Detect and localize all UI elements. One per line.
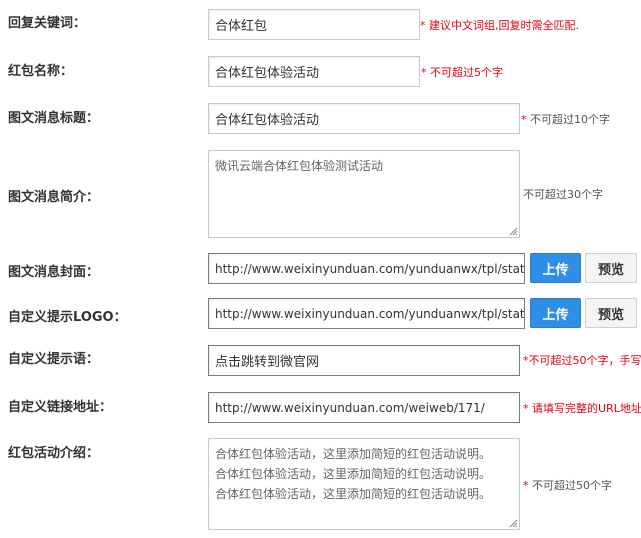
activity-intro-hint-text: 不可超过50个字 [528, 479, 612, 492]
news-cover-preview-button[interactable]: 预览 [585, 253, 637, 283]
resize-grip-icon[interactable] [509, 519, 518, 528]
activity-intro-label: 红包活动介绍： [8, 446, 100, 461]
news-intro-text: 微讯云端合体红包体验测试活动 [215, 159, 384, 173]
news-title-input[interactable]: 合体红包体验活动 [208, 103, 520, 134]
link-label: 自定义链接地址： [8, 400, 113, 415]
link-input[interactable]: http://www.weixinyunduan.com/weiweb/171/ [208, 392, 520, 423]
news-cover-upload-button[interactable]: 上传 [530, 253, 581, 283]
name-input[interactable]: 合体红包体验活动 [208, 56, 420, 87]
activity-intro-line: 合体红包体验活动，这里添加简短的红包活动说明。 [215, 447, 492, 461]
resize-grip-icon[interactable] [509, 227, 518, 236]
news-title-hint: * 不可超过10个字 [521, 111, 610, 127]
link-hint: * 请填写完整的URL地址 [523, 402, 641, 415]
activity-intro-textarea[interactable]: 合体红包体验活动，这里添加简短的红包活动说明。 合体红包体验活动，这里添加简短的… [208, 438, 520, 530]
tip-input[interactable]: 点击跳转到微官网 [208, 345, 520, 376]
logo-preview-button[interactable]: 预览 [585, 298, 637, 328]
news-intro-hint: 不可超过30个字 [523, 188, 603, 201]
activity-intro-hint: * 不可超过50个字 [523, 477, 612, 493]
keyword-input[interactable]: 合体红包 [208, 9, 420, 40]
news-intro-label: 图文消息简介： [8, 190, 100, 205]
activity-intro-line: 合体红包体验活动，这里添加简短的红包活动说明。 [215, 487, 492, 501]
name-hint: * 不可超过5个字 [421, 66, 503, 79]
name-label: 红包名称： [8, 64, 74, 79]
keyword-hint: * 建议中文词组,回复时需全匹配. [420, 19, 579, 32]
keyword-label: 回复关键词： [8, 16, 87, 31]
news-title-label: 图文消息标题： [8, 111, 100, 126]
tip-hint: *不可超过50个字，手写 [523, 354, 641, 367]
news-cover-url-input[interactable]: http://www.weixinyunduan.com/yunduanwx/t… [208, 253, 525, 284]
news-title-hint-text: 不可超过10个字 [526, 113, 610, 126]
logo-upload-button[interactable]: 上传 [530, 298, 581, 328]
logo-url-input[interactable]: http://www.weixinyunduan.com/yunduanwx/t… [208, 298, 525, 329]
logo-label: 自定义提示LOGO： [8, 310, 127, 325]
news-cover-label: 图文消息封面： [8, 265, 100, 280]
tip-label: 自定义提示语： [8, 352, 100, 367]
activity-intro-line: 合体红包体验活动，这里添加简短的红包活动说明。 [215, 467, 492, 481]
news-intro-textarea[interactable]: 微讯云端合体红包体验测试活动 [208, 150, 520, 238]
